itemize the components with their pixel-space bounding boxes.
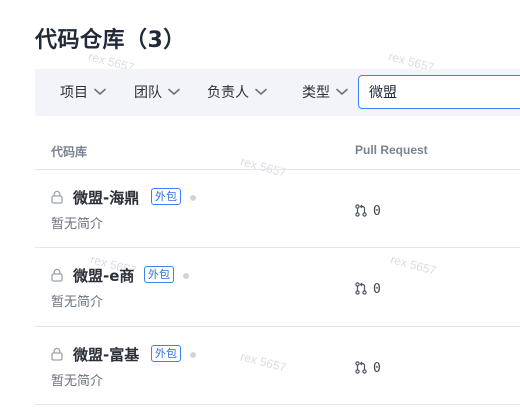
- column-header-repository: 代码库: [51, 145, 88, 159]
- column-header-pull-request: Pull Request: [355, 143, 428, 157]
- outsourced-badge: 外包: [151, 345, 181, 362]
- repo-description: 暂无简介: [51, 374, 104, 389]
- pull-request-count[interactable]: 0: [355, 280, 381, 299]
- status-dot: [183, 273, 189, 279]
- repo-description: 暂无简介: [51, 295, 104, 310]
- repo-name-link[interactable]: 微盟-e商: [73, 265, 134, 286]
- outsourced-badge: 外包: [151, 188, 181, 205]
- pull-request-count-value: 0: [373, 361, 381, 376]
- search-input[interactable]: [358, 75, 520, 109]
- chevron-down-icon: [94, 88, 106, 96]
- chevron-down-icon: [168, 88, 180, 96]
- filter-team-dropdown[interactable]: 团队: [134, 82, 180, 102]
- filter-owner-dropdown[interactable]: 负责人: [207, 82, 267, 102]
- lock-icon: [51, 189, 63, 208]
- filter-label: 项目: [60, 85, 88, 101]
- lock-icon: [51, 267, 63, 286]
- pull-request-count[interactable]: 0: [355, 359, 381, 378]
- pull-request-count-value: 0: [373, 204, 381, 219]
- table-row[interactable]: 微盟-e商 外包 暂无简介 0: [35, 248, 520, 326]
- table-row[interactable]: 微盟-海鼎 外包 暂无简介 0: [35, 170, 520, 248]
- filter-label: 负责人: [207, 85, 249, 101]
- status-dot: [190, 195, 196, 201]
- repo-name-link[interactable]: 微盟-富基: [73, 344, 139, 365]
- filter-label: 类型: [302, 85, 330, 101]
- status-dot: [190, 352, 196, 358]
- repo-description: 暂无简介: [51, 217, 104, 232]
- repo-name-link[interactable]: 微盟-海鼎: [73, 187, 139, 208]
- lock-icon: [51, 346, 63, 365]
- filter-label: 团队: [134, 85, 162, 101]
- pull-request-icon: [355, 280, 367, 299]
- chevron-down-icon: [336, 88, 348, 96]
- pull-request-icon: [355, 202, 367, 221]
- pull-request-icon: [355, 359, 367, 378]
- table-row[interactable]: 微盟-富基 外包 暂无简介 0: [35, 327, 520, 405]
- filter-bar: 项目 团队 负责人 类型: [35, 69, 520, 116]
- chevron-down-icon: [255, 88, 267, 96]
- filter-type-dropdown[interactable]: 类型: [302, 82, 348, 102]
- filter-project-dropdown[interactable]: 项目: [60, 82, 106, 102]
- pull-request-count[interactable]: 0: [355, 202, 381, 221]
- page-title: 代码仓库（3）: [35, 28, 186, 53]
- pull-request-count-value: 0: [373, 282, 381, 297]
- outsourced-badge: 外包: [144, 266, 174, 283]
- divider: [35, 404, 520, 405]
